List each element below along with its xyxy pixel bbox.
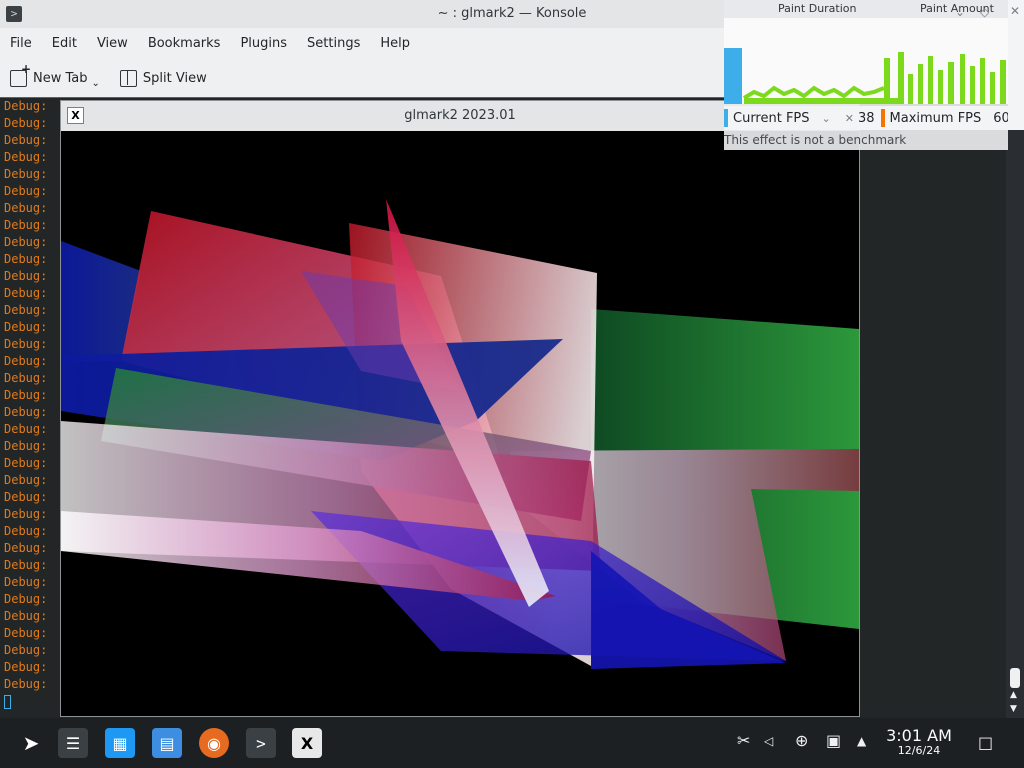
minimize-icon[interactable]: ⌄: [955, 5, 965, 19]
terminal-line: Debug:: [4, 371, 48, 385]
terminal-line: Debug:: [4, 524, 48, 538]
terminal-line: Debug:: [4, 150, 48, 164]
steam-app-launcher-icon[interactable]: ➤: [16, 728, 46, 758]
terminal-line: Debug:: [4, 99, 48, 113]
terminal-line: Debug:: [4, 541, 48, 555]
new-tab-button[interactable]: New Tab ⌄: [0, 62, 110, 93]
benchmark-note: This effect is not a benchmark: [724, 133, 907, 147]
terminal-line: Debug:: [4, 235, 48, 249]
firefox-icon[interactable]: ◉: [199, 728, 229, 758]
terminal-line: Debug:: [4, 643, 48, 657]
render-scene: [61, 199, 859, 669]
terminal-line: Debug:: [4, 677, 48, 691]
current-fps-label: Current FPS: [733, 110, 810, 126]
split-view-icon: [119, 69, 137, 87]
terminal-line: Debug:: [4, 252, 48, 266]
menubar: File Edit View Bookmarks Plugins Setting…: [0, 30, 420, 58]
paint-graph: [724, 18, 1024, 104]
tray-expand-icon[interactable]: ▲: [857, 734, 866, 748]
paint-duration-label: Paint Duration: [778, 2, 857, 15]
terminal-scrollbar[interactable]: ▲ ▼: [1006, 98, 1024, 719]
terminal-line: Debug:: [4, 439, 48, 453]
terminal-line: Debug:: [4, 286, 48, 300]
glmark2-window: X glmark2 2023.01: [60, 100, 860, 717]
terminal-line: Debug:: [4, 354, 48, 368]
chevron-down-icon[interactable]: ⌄: [822, 112, 831, 125]
current-fps-swatch: [724, 109, 728, 127]
terminal-line: Debug:: [4, 660, 48, 674]
new-tab-icon: [10, 62, 31, 87]
taskbar: ➤ ☰ ▦ ▤ ◉ > X: [0, 718, 1024, 768]
current-fps-value: 38: [857, 110, 875, 126]
terminal-line: Debug:: [4, 405, 48, 419]
scissors-icon[interactable]: ✂: [737, 731, 750, 750]
terminal-line: Debug:: [4, 456, 48, 470]
close-icon[interactable]: ✕: [845, 112, 854, 125]
terminal-line: Debug:: [4, 473, 48, 487]
terminal-line: Debug:: [4, 575, 48, 589]
clock-date[interactable]: 12/6/24: [886, 744, 952, 757]
split-view-button[interactable]: Split View: [110, 63, 217, 93]
max-fps-swatch: [880, 109, 885, 127]
glmark2-icon[interactable]: X: [292, 728, 322, 758]
terminal-line: Debug:: [4, 626, 48, 640]
terminal-line: Debug:: [4, 609, 48, 623]
terminal-line: Debug:: [4, 592, 48, 606]
terminal-line: Debug:: [4, 218, 48, 232]
menu-settings[interactable]: Settings: [297, 30, 370, 58]
max-fps-label: Maximum FPS: [889, 110, 982, 126]
terminal-line: Debug:: [4, 558, 48, 572]
terminal-line: Debug:: [4, 507, 48, 521]
scroll-up-icon[interactable]: ▲: [1010, 690, 1017, 700]
menu-plugins[interactable]: Plugins: [230, 30, 297, 58]
terminal-line: Debug:: [4, 116, 48, 130]
discover-icon[interactable]: ▦: [105, 728, 135, 758]
volume-icon[interactable]: ◁: [764, 734, 773, 748]
terminal-line: Debug:: [4, 303, 48, 317]
settings-icon[interactable]: ☰: [58, 728, 88, 758]
clock-time[interactable]: 3:01 AM: [886, 726, 952, 745]
split-view-label: Split View: [142, 70, 207, 86]
menu-file[interactable]: File: [0, 30, 42, 58]
close-icon[interactable]: ✕: [1010, 4, 1020, 18]
menu-view[interactable]: View: [87, 30, 138, 58]
paint-bars: [724, 48, 1017, 104]
terminal-line: Debug:: [4, 167, 48, 181]
new-tab-label: New Tab: [33, 70, 88, 86]
terminal-line: Debug:: [4, 269, 48, 283]
network-icon[interactable]: ⊕: [795, 731, 808, 750]
terminal-line: Debug:: [4, 422, 48, 436]
terminal-cursor: [4, 695, 11, 709]
terminal-output: Debug: Debug: Debug: Debug: Debug: Debug: Debu…: [4, 98, 47, 709]
overlay-window-controls: ✕: [1008, 0, 1024, 130]
scrollbar-thumb[interactable]: [1010, 668, 1020, 688]
menu-edit[interactable]: Edit: [42, 30, 87, 58]
glmark2-render-canvas: [61, 131, 859, 716]
terminal-line: Debug:: [4, 388, 48, 402]
maximize-icon[interactable]: ◇: [980, 5, 989, 19]
terminal-line: Debug:: [4, 337, 48, 351]
terminal-line: Debug:: [4, 201, 48, 215]
terminal-line: Debug:: [4, 320, 48, 334]
konsole-icon[interactable]: >: [246, 728, 276, 758]
terminal-line: Debug:: [4, 490, 48, 504]
paint-debug-overlay: Paint Duration Paint Amount Current FPS …: [724, 0, 1024, 150]
terminal-line: Debug:: [4, 133, 48, 147]
terminal-line: Debug:: [4, 184, 48, 198]
show-desktop-icon[interactable]: □: [978, 733, 993, 752]
chevron-down-icon[interactable]: ⌄: [92, 78, 100, 89]
menu-help[interactable]: Help: [370, 30, 420, 58]
display-icon[interactable]: ▣: [826, 731, 841, 750]
dolphin-icon[interactable]: ▤: [152, 728, 182, 758]
toolbar: New Tab ⌄ Split View: [0, 62, 217, 94]
scroll-down-icon[interactable]: ▼: [1010, 704, 1017, 714]
menu-bookmarks[interactable]: Bookmarks: [138, 30, 231, 58]
fps-row: Current FPS ⌄ ✕ 38 Maximum FPS 60: [724, 106, 1024, 130]
